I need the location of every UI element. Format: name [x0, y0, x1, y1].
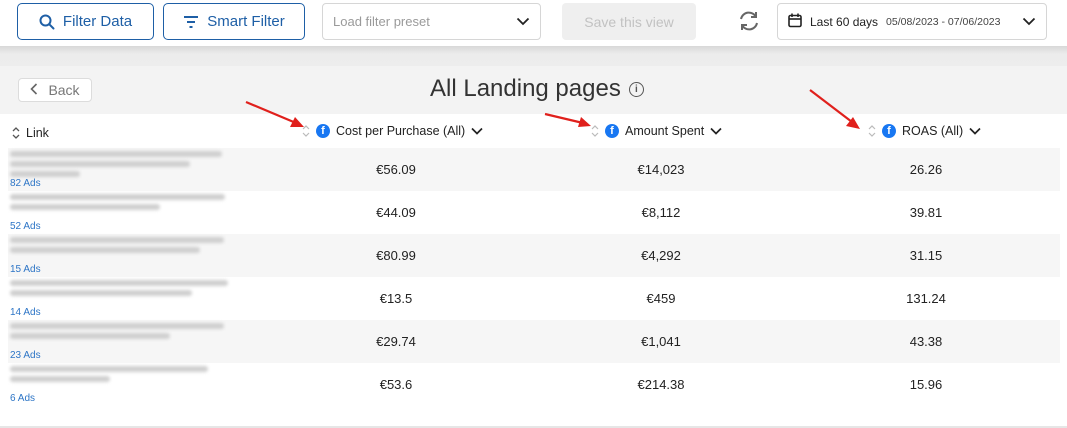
date-label: Last 60 days: [810, 14, 879, 29]
cost-per-purchase-cell: €13.5: [379, 291, 413, 306]
toolbar-divider: [0, 46, 1067, 66]
table-row[interactable]: 14 Ads €13.5 €459 131.24: [8, 277, 1060, 320]
preset-placeholder: Load filter preset: [333, 14, 430, 29]
blurred-link[interactable]: [10, 366, 240, 386]
roas-cell: 131.24: [906, 291, 946, 306]
ads-count-link[interactable]: 15 Ads: [10, 264, 41, 275]
column-label-roas: ROAS (All): [902, 124, 964, 138]
column-label-cost-per-purchase: Cost per Purchase (All): [336, 124, 466, 138]
smart-filter-button[interactable]: Smart Filter: [163, 3, 305, 40]
info-icon[interactable]: i: [628, 81, 644, 97]
column-header-roas[interactable]: f ROAS (All): [868, 121, 981, 141]
blurred-link[interactable]: [10, 280, 240, 300]
calendar-icon: [788, 13, 802, 31]
back-button[interactable]: Back: [18, 78, 92, 102]
save-view-button[interactable]: Save this view: [562, 3, 696, 40]
date-range-picker[interactable]: Last 60 days 05/08/2023 - 07/06/2023: [777, 3, 1047, 40]
cost-per-purchase-cell: €29.74: [376, 334, 416, 349]
page-title: All Landing pages i: [430, 75, 644, 103]
landing-pages-table: 82 Ads €56.09 €14,023 26.26 52 Ads €44.0…: [8, 148, 1060, 406]
blurred-link[interactable]: [10, 194, 240, 214]
column-label-amount-spent: Amount Spent: [625, 124, 705, 138]
table-row[interactable]: 82 Ads €56.09 €14,023 26.26: [8, 148, 1060, 191]
smart-filter-label: Smart Filter: [207, 13, 285, 30]
amount-spent-cell: €4,292: [641, 248, 681, 263]
column-header-amount-spent[interactable]: f Amount Spent: [591, 121, 722, 141]
back-label: Back: [48, 82, 80, 98]
chevron-down-icon: [1022, 15, 1036, 29]
table-row[interactable]: 52 Ads €44.09 €8,112 39.81: [8, 191, 1060, 234]
table-row[interactable]: 15 Ads €80.99 €4,292 31.15: [8, 234, 1060, 277]
roas-cell: 31.15: [909, 248, 943, 263]
blurred-link[interactable]: [10, 151, 240, 181]
filter-preset-select[interactable]: Load filter preset: [322, 3, 541, 40]
ads-count-link[interactable]: 23 Ads: [10, 350, 41, 361]
cost-per-purchase-cell: €53.6: [379, 377, 413, 392]
search-icon: [39, 14, 55, 30]
refresh-icon[interactable]: [737, 9, 761, 33]
column-label-link: Link: [26, 126, 49, 140]
column-header-cost-per-purchase[interactable]: f Cost per Purchase (All): [302, 121, 483, 141]
cost-per-purchase-cell: €80.99: [376, 248, 416, 263]
chevron-down-icon[interactable]: [969, 124, 981, 138]
cost-per-purchase-cell: €44.09: [376, 205, 416, 220]
date-range-value: 05/08/2023 - 07/06/2023: [886, 15, 1001, 28]
amount-spent-cell: €8,112: [641, 205, 681, 220]
ads-count-link[interactable]: 14 Ads: [10, 307, 41, 318]
column-header-link[interactable]: Link: [12, 123, 49, 143]
table-row[interactable]: 23 Ads €29.74 €1,041 43.38: [8, 320, 1060, 363]
sort-icon[interactable]: [868, 124, 876, 138]
filter-data-label: Filter Data: [62, 13, 133, 30]
facebook-icon: f: [605, 124, 619, 138]
chevron-left-icon: [30, 82, 38, 98]
amount-spent-cell: €1,041: [641, 334, 681, 349]
landing-pages-panel: Back All Landing pages i Link f Cost per…: [0, 66, 1067, 428]
chevron-down-icon: [516, 14, 530, 29]
ads-count-link[interactable]: 52 Ads: [10, 221, 41, 232]
panel-header: Back All Landing pages i: [0, 66, 1067, 114]
chevron-down-icon[interactable]: [710, 124, 722, 138]
annotation-arrow: [245, 100, 304, 127]
table-row[interactable]: 6 Ads €53.6 €214.38 15.96: [8, 363, 1060, 406]
annotation-arrow: [544, 112, 591, 127]
roas-cell: 43.38: [909, 334, 943, 349]
roas-cell: 26.26: [909, 162, 943, 177]
filter-icon: [183, 15, 199, 29]
blurred-link[interactable]: [10, 237, 240, 257]
ads-count-link[interactable]: 82 Ads: [10, 178, 41, 189]
blurred-link[interactable]: [10, 323, 240, 343]
amount-spent-cell: €459: [646, 291, 676, 306]
amount-spent-cell: €14,023: [637, 162, 685, 177]
filter-data-button[interactable]: Filter Data: [17, 3, 154, 40]
roas-cell: 15.96: [909, 377, 943, 392]
page-title-text: All Landing pages: [430, 75, 621, 102]
toolbar: Filter Data Smart Filter Load filter pre…: [0, 0, 1067, 46]
amount-spent-cell: €214.38: [637, 377, 685, 392]
annotation-arrow: [809, 89, 860, 129]
facebook-icon: f: [316, 124, 330, 138]
ads-count-link[interactable]: 6 Ads: [10, 393, 35, 404]
sort-icon[interactable]: [12, 126, 20, 140]
facebook-icon: f: [882, 124, 896, 138]
roas-cell: 39.81: [909, 205, 943, 220]
cost-per-purchase-cell: €56.09: [376, 162, 416, 177]
chevron-down-icon[interactable]: [471, 124, 483, 138]
